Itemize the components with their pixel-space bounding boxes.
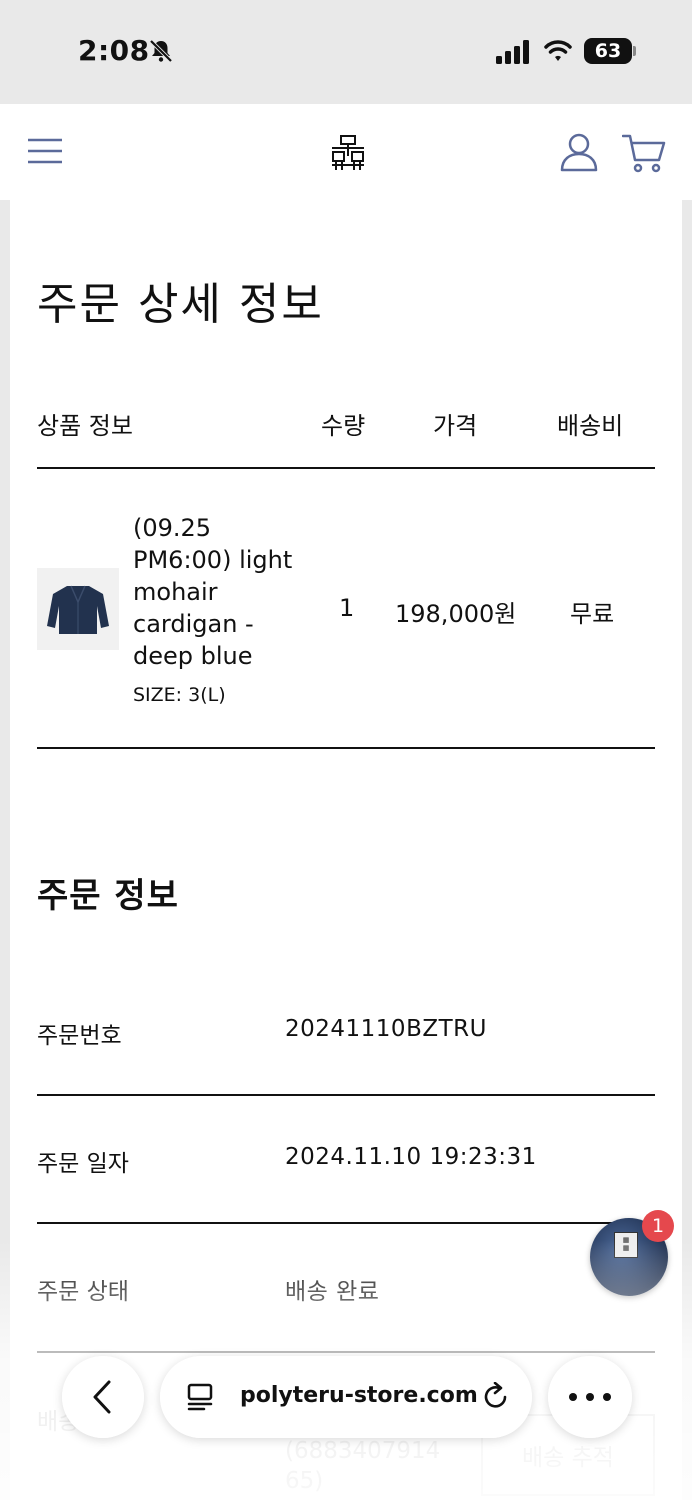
browser-back-button[interactable] — [62, 1356, 144, 1438]
info-divider — [37, 1351, 655, 1353]
header-product-info: 상품 정보 — [37, 412, 133, 440]
order-number-label: 주문번호 — [37, 1023, 122, 1049]
tabs-icon — [187, 1383, 213, 1411]
info-divider — [37, 1094, 655, 1096]
order-detail-page: 주문 상세 정보 상품 정보 수량 가격 배송비 (09.25 PM6:00) … — [10, 200, 682, 1500]
product-size: SIZE: 3(L) — [133, 684, 226, 706]
cellular-signal-icon — [496, 40, 529, 64]
chat-avatar-icon: ▦ ▦ — [614, 1232, 638, 1258]
bell-muted-icon — [149, 39, 173, 63]
user-icon[interactable] — [560, 132, 598, 172]
product-quantity: 1 — [339, 594, 355, 622]
order-status-value: 배송 완료 — [285, 1279, 380, 1305]
order-number-value: 20241110BZTRU — [285, 1016, 487, 1042]
product-image[interactable] — [37, 568, 119, 650]
battery-cap — [633, 46, 636, 56]
table-header-divider — [37, 467, 655, 469]
reload-icon[interactable] — [482, 1382, 510, 1412]
header-quantity: 수량 — [321, 412, 366, 440]
chevron-left-icon — [93, 1380, 111, 1414]
status-time: 2:08 — [78, 34, 150, 67]
logo-icon[interactable] — [330, 134, 366, 172]
wifi-icon — [544, 40, 572, 61]
menu-icon[interactable] — [28, 138, 62, 164]
product-row-divider — [37, 747, 655, 749]
tracking-number: (6883407914 65) — [285, 1438, 441, 1494]
more-dots-icon — [569, 1393, 611, 1401]
browser-url: polyteru-store.com — [240, 1383, 478, 1408]
order-info-title: 주문 정보 — [37, 876, 179, 916]
browser-address-bar[interactable]: polyteru-store.com — [160, 1356, 532, 1438]
site-header — [0, 104, 692, 200]
cart-icon[interactable] — [622, 132, 666, 174]
page-title: 주문 상세 정보 — [37, 279, 324, 330]
order-date-value: 2024.11.10 19:23:31 — [285, 1144, 537, 1170]
cardigan-image-icon — [47, 585, 109, 634]
order-date-label: 주문 일자 — [37, 1151, 129, 1177]
info-divider — [37, 1222, 655, 1224]
chat-notification-badge: 1 — [642, 1210, 674, 1242]
header-price: 가격 — [433, 412, 478, 440]
product-price: 198,000원 — [395, 600, 517, 628]
product-shipping-fee: 무료 — [570, 600, 615, 628]
browser-more-button[interactable] — [548, 1356, 632, 1438]
battery-indicator: 63 — [584, 38, 632, 64]
header-shipping-fee: 배송비 — [557, 412, 624, 440]
product-name[interactable]: (09.25 PM6:00) light mohair cardigan - d… — [133, 512, 303, 672]
status-bar: 2:08 63 — [0, 0, 692, 104]
order-status-label: 주문 상태 — [37, 1279, 129, 1305]
